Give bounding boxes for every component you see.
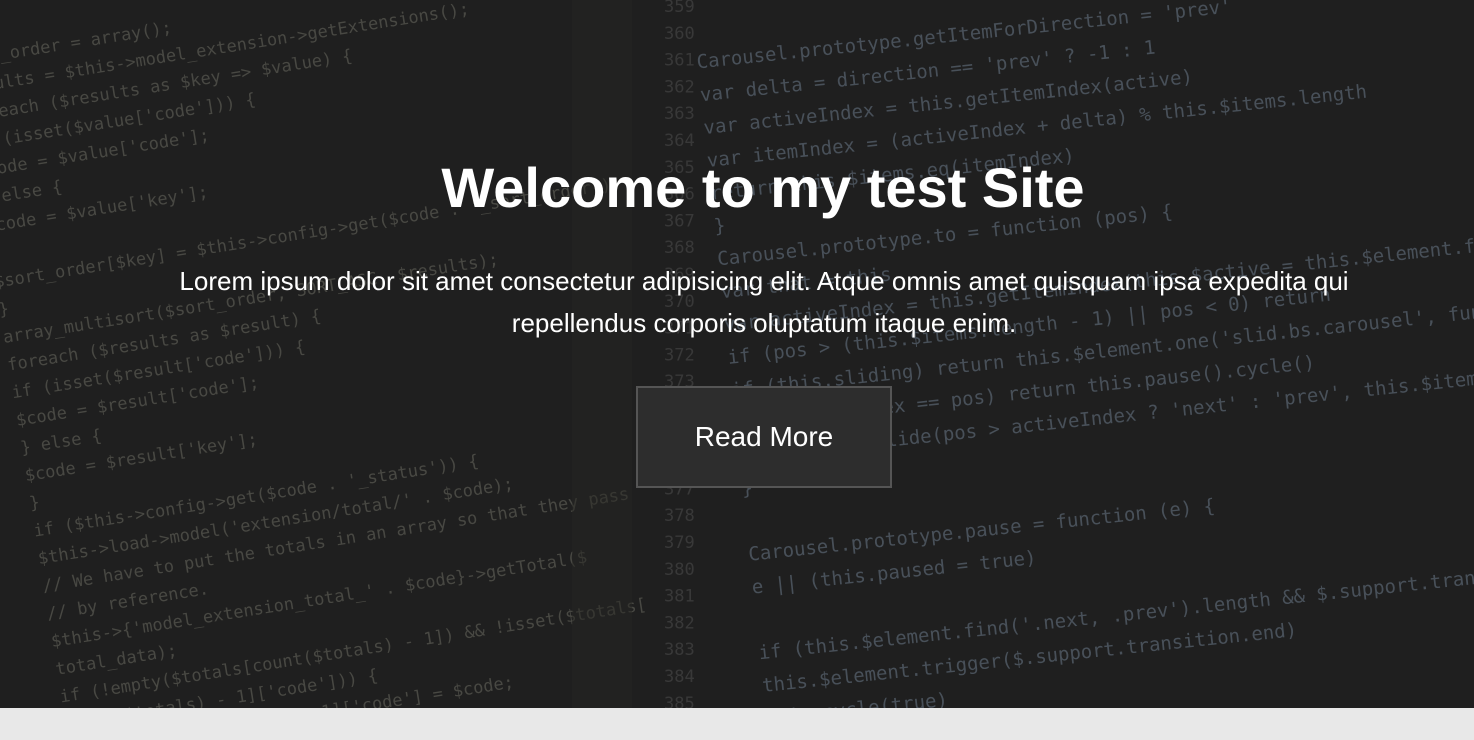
hero-section: sort_order = array(); results = $this->mo… (0, 0, 1474, 708)
read-more-button[interactable]: Read More (636, 386, 892, 488)
hero-content: Welcome to my test Site Lorem ipsum dolo… (0, 0, 1474, 708)
hero-subtitle: Lorem ipsum dolor sit amet consectetur a… (179, 266, 1349, 338)
hero-title: Welcome to my test Site (441, 156, 1085, 219)
page-bottom-strip (0, 708, 1474, 740)
